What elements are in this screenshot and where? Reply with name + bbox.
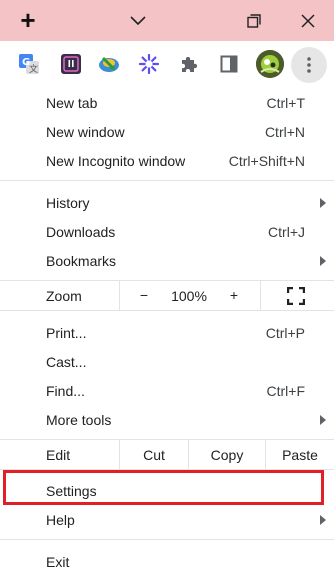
zoom-in-button[interactable]: + <box>227 287 241 303</box>
menu-item-label: New tab <box>46 94 98 111</box>
zoom-out-button[interactable]: − <box>137 287 151 303</box>
avatar-image <box>256 50 284 78</box>
chevron-down-icon <box>130 15 146 25</box>
star-extension[interactable] <box>137 52 161 76</box>
restore-icon <box>247 13 261 28</box>
menu-item-bookmarks[interactable]: Bookmarks <box>0 246 334 275</box>
divider <box>260 281 261 310</box>
menu-item-label: History <box>46 194 90 211</box>
menu-item-exit[interactable]: Exit <box>0 547 334 576</box>
three-dot-menu-icon <box>307 57 311 73</box>
menu-item-history[interactable]: History <box>0 188 334 217</box>
menu-item-downloads[interactable]: Downloads Ctrl+J <box>0 217 334 246</box>
settings-highlight-box <box>3 470 324 505</box>
puzzle-icon <box>182 56 198 72</box>
menu-item-shortcut: Ctrl+J <box>268 223 305 240</box>
menu-item-more-tools[interactable]: More tools <box>0 405 334 434</box>
jdownloader-extension[interactable] <box>97 52 121 76</box>
menu-separator <box>0 539 334 540</box>
star-extension-icon <box>138 53 160 75</box>
new-tab-button[interactable]: + <box>10 0 46 41</box>
menu-item-label: Print... <box>46 324 87 341</box>
menu-item-label: More tools <box>46 411 112 428</box>
menu-item-label: Find... <box>46 382 85 399</box>
menu-item-label: Downloads <box>46 223 116 240</box>
menu-separator <box>0 180 334 181</box>
edit-row: Edit Cut Copy Paste <box>0 439 334 470</box>
dark-reader-icon <box>61 54 81 74</box>
profile-avatar[interactable] <box>256 50 284 78</box>
menu-item-shortcut: Ctrl+P <box>265 324 305 341</box>
google-translate-extension[interactable]: G文 <box>17 52 41 76</box>
title-bar: + <box>0 0 334 41</box>
menu-item-label: Cast... <box>46 353 87 370</box>
chrome-menu-button[interactable] <box>291 47 327 83</box>
menu-item-label: New Incognito window <box>46 152 186 169</box>
submenu-arrow-icon <box>320 514 326 525</box>
menu-item-label: Help <box>46 511 75 528</box>
zoom-row: Zoom − 100% + <box>0 280 334 311</box>
submenu-arrow-icon <box>320 414 326 425</box>
side-panel-button[interactable] <box>217 52 241 76</box>
submenu-arrow-icon <box>320 197 326 208</box>
restore-button[interactable] <box>234 0 274 41</box>
menu-item-cast[interactable]: Cast... <box>0 347 334 376</box>
fullscreen-icon[interactable] <box>287 287 305 305</box>
close-icon <box>301 13 315 28</box>
zoom-label: Zoom <box>46 288 82 304</box>
cut-button[interactable]: Cut <box>120 447 188 463</box>
menu-item-new-window[interactable]: New window Ctrl+N <box>0 117 334 146</box>
menu-item-label: New window <box>46 123 125 140</box>
copy-button[interactable]: Copy <box>189 447 265 463</box>
menu-item-new-incognito-window[interactable]: New Incognito window Ctrl+Shift+N <box>0 146 334 175</box>
menu-item-shortcut: Ctrl+Shift+N <box>228 152 305 169</box>
google-translate-icon: G文 <box>19 54 39 75</box>
menu-item-label: Exit <box>46 553 70 570</box>
menu-item-print[interactable]: Print... Ctrl+P <box>0 318 334 347</box>
menu-item-shortcut: Ctrl+N <box>264 123 305 140</box>
svg-text:文: 文 <box>29 63 38 75</box>
browser-toolbar: G文 <box>0 41 334 87</box>
menu-item-find[interactable]: Find... Ctrl+F <box>0 376 334 405</box>
close-window-button[interactable] <box>288 0 328 41</box>
menu-item-label: Bookmarks <box>46 252 117 269</box>
divider <box>119 281 120 310</box>
menu-item-shortcut: Ctrl+T <box>266 94 306 111</box>
dark-extension[interactable] <box>59 52 83 76</box>
tab-search-button[interactable] <box>118 0 158 41</box>
menu-item-new-tab[interactable]: New tab Ctrl+T <box>0 88 334 117</box>
submenu-arrow-icon <box>320 255 326 266</box>
paste-button[interactable]: Paste <box>266 447 334 463</box>
side-panel-icon <box>220 55 238 73</box>
menu-item-shortcut: Ctrl+F <box>266 382 306 399</box>
extensions-button[interactable] <box>177 52 201 76</box>
zoom-level: 100% <box>171 288 207 304</box>
edit-label: Edit <box>46 447 71 463</box>
menu-item-help[interactable]: Help <box>0 505 334 534</box>
jdownloader-icon <box>99 56 119 72</box>
